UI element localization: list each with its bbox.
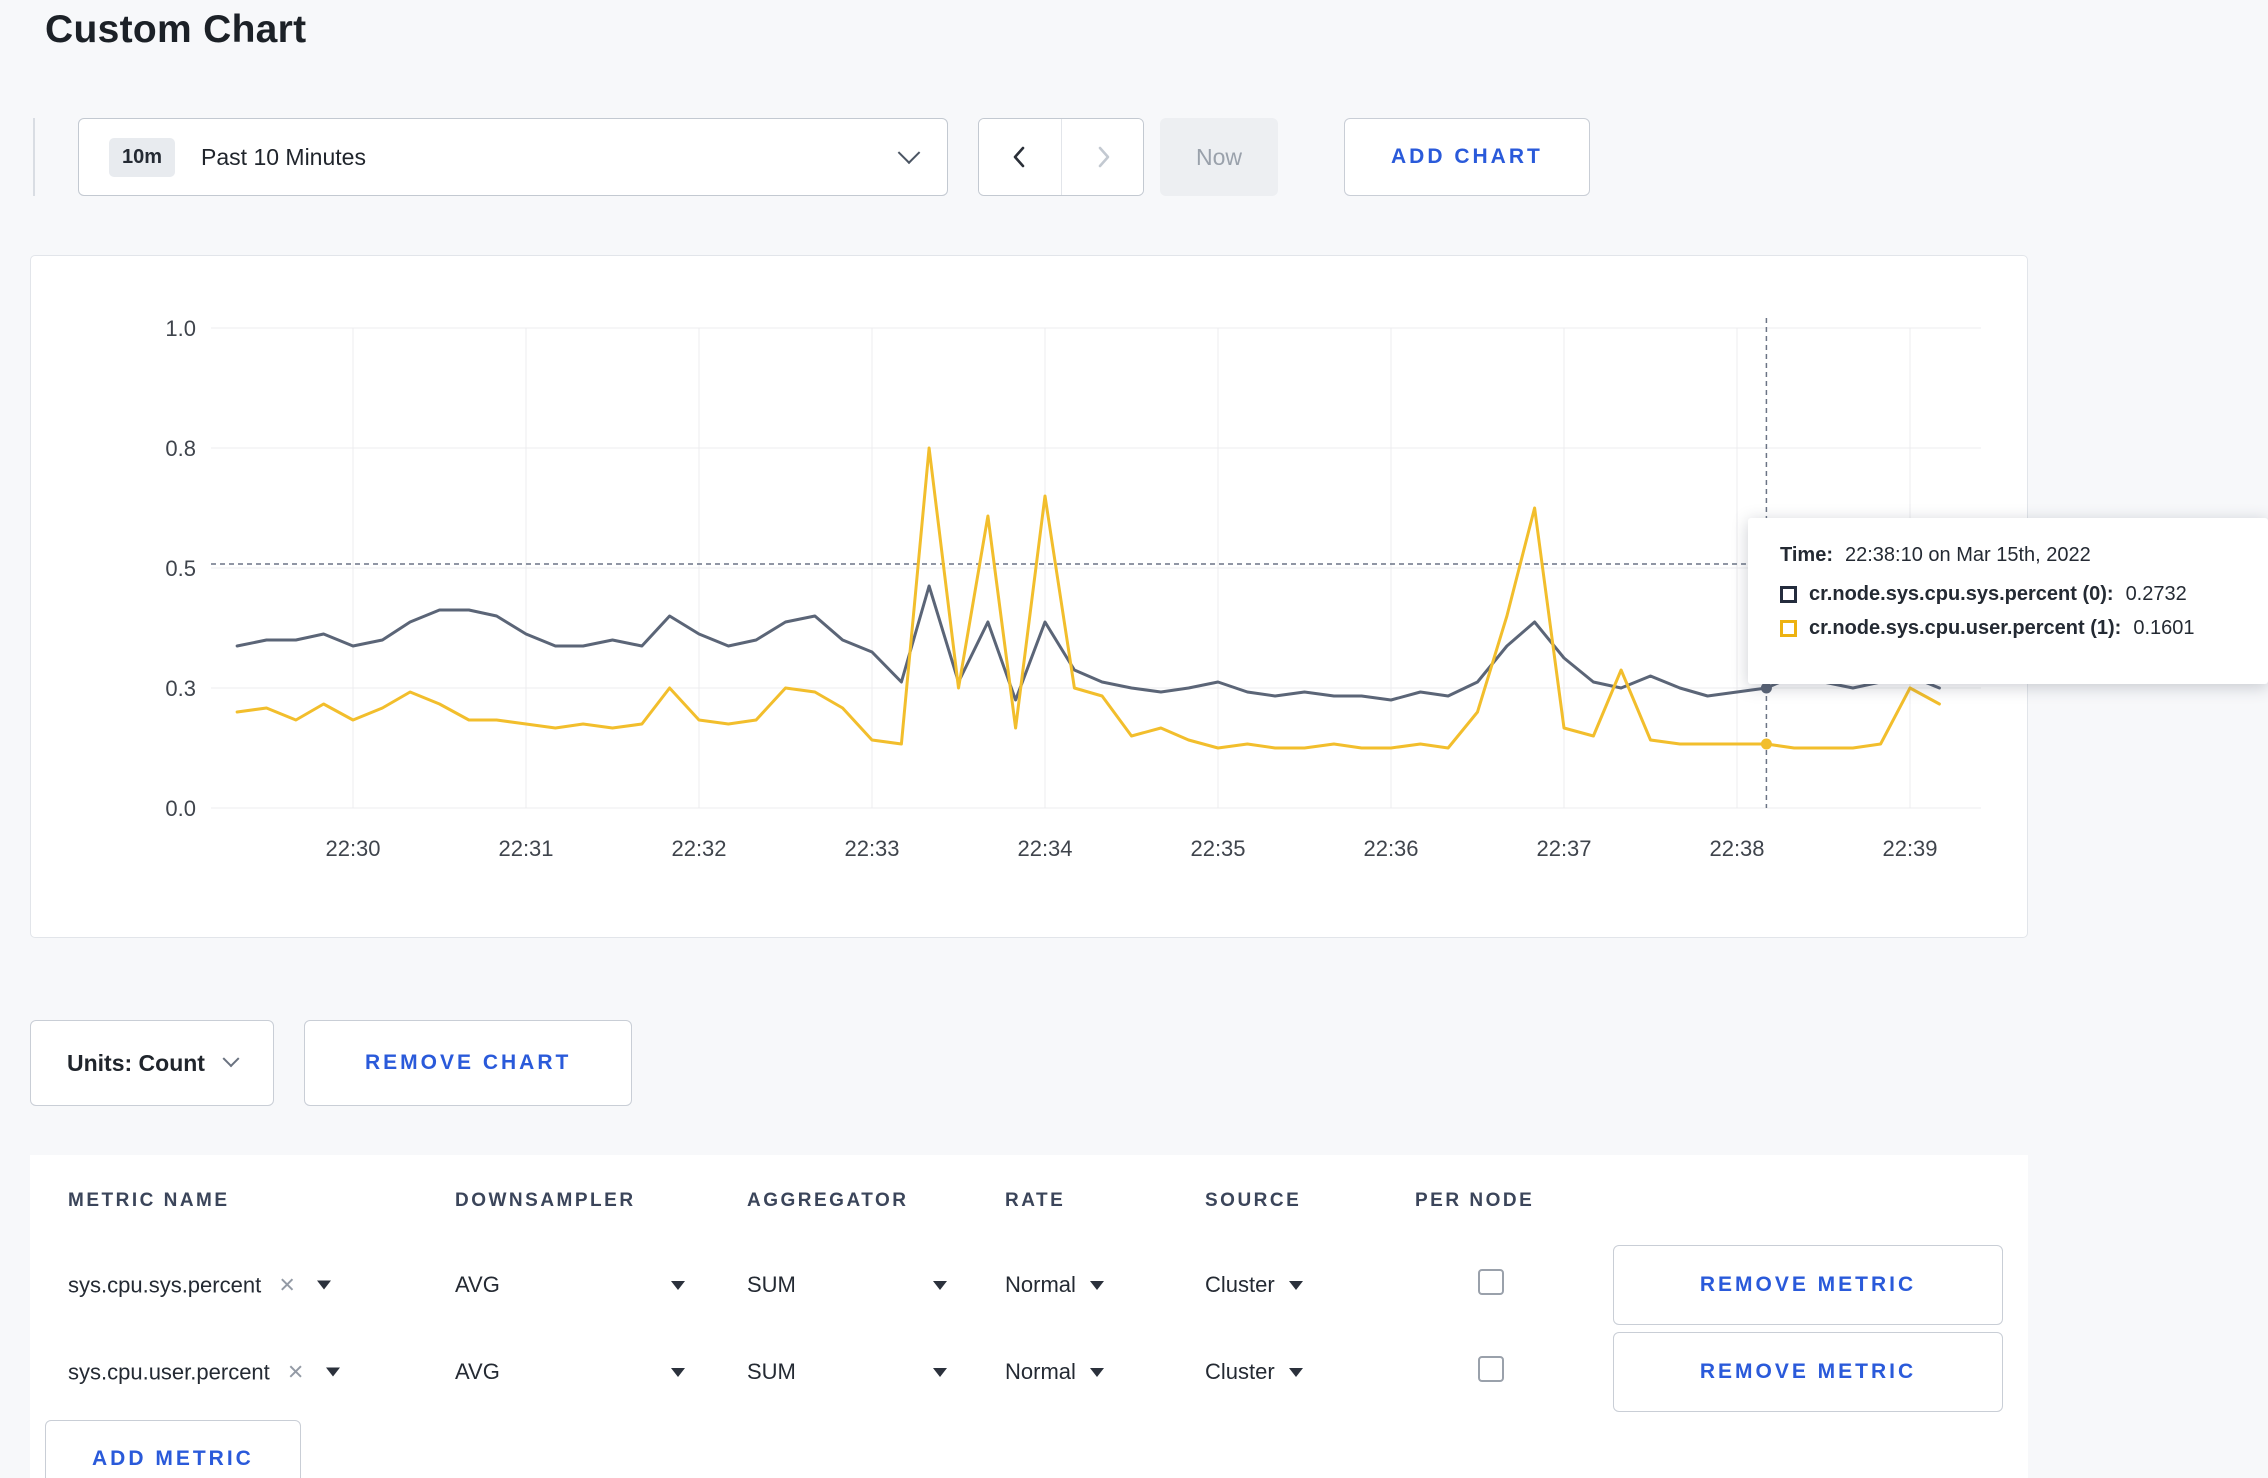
chevron-down-icon — [222, 1050, 240, 1068]
tooltip-series-name: cr.node.sys.cpu.user.percent (1): — [1809, 617, 2122, 639]
downsampler-value: AVG — [455, 1359, 500, 1384]
remove-metric-button[interactable]: REMOVE METRIC — [1613, 1332, 2003, 1412]
chart-actions-row: Units: Count REMOVE CHART — [30, 1020, 633, 1106]
column-header-aggregator: AGGREGATOR — [747, 1190, 909, 1211]
tooltip-time: Time: 22:38:10 on Mar 15th, 2022 — [1780, 544, 2248, 567]
time-toolbar: 10m Past 10 Minutes Now ADD CHART — [33, 117, 1590, 197]
caret-down-icon — [933, 1280, 947, 1290]
time-window-label: Past 10 Minutes — [201, 143, 366, 170]
rate-value: Normal — [1005, 1359, 1076, 1384]
svg-text:0.5: 0.5 — [165, 556, 196, 581]
caret-down-icon — [1089, 1367, 1104, 1377]
time-nav-group — [978, 118, 1144, 196]
clear-metric-icon[interactable]: × — [279, 1271, 295, 1299]
tooltip-series-row: cr.node.sys.cpu.user.percent (1): 0.1601 — [1780, 617, 2248, 640]
per-node-checkbox[interactable] — [1478, 1269, 1504, 1295]
column-header-downsampler: DOWNSAMPLER — [455, 1190, 636, 1211]
metrics-table: METRIC NAME DOWNSAMPLER AGGREGATOR RATE … — [30, 1155, 2028, 1478]
metric-name-value: sys.cpu.user.percent — [68, 1359, 270, 1384]
svg-text:0.3: 0.3 — [165, 676, 196, 701]
column-header-rate: RATE — [1005, 1190, 1066, 1211]
downsampler-select[interactable]: AVG — [455, 1359, 685, 1385]
svg-text:0.8: 0.8 — [165, 436, 196, 461]
now-button[interactable]: Now — [1160, 118, 1279, 196]
rate-value: Normal — [1005, 1272, 1076, 1297]
svg-text:1.0: 1.0 — [165, 316, 196, 341]
tooltip-series-name: cr.node.sys.cpu.sys.percent (0): — [1809, 583, 2114, 605]
svg-text:22:31: 22:31 — [498, 836, 553, 861]
page-title: Custom Chart — [45, 8, 307, 51]
svg-text:22:30: 22:30 — [325, 836, 380, 861]
svg-text:22:38: 22:38 — [1709, 836, 1764, 861]
downsampler-value: AVG — [455, 1272, 500, 1297]
time-window-dropdown[interactable]: 10m Past 10 Minutes — [78, 118, 948, 196]
svg-text:22:32: 22:32 — [671, 836, 726, 861]
chevron-right-icon — [1098, 146, 1109, 168]
source-value: Cluster — [1205, 1359, 1275, 1384]
metric-name-select[interactable]: sys.cpu.user.percent × — [68, 1358, 340, 1386]
tooltip-time-value: 22:38:10 on Mar 15th, 2022 — [1844, 544, 2091, 566]
svg-text:22:34: 22:34 — [1017, 836, 1072, 861]
svg-text:0.0: 0.0 — [165, 796, 196, 821]
svg-text:22:37: 22:37 — [1536, 836, 1591, 861]
per-node-cell — [1478, 1269, 1504, 1295]
chart-hover-tooltip: Time: 22:38:10 on Mar 15th, 2022 cr.node.… — [1748, 518, 2268, 684]
series-swatch-icon — [1780, 586, 1797, 603]
per-node-checkbox[interactable] — [1478, 1356, 1504, 1382]
add-chart-button[interactable]: ADD CHART — [1344, 118, 1590, 196]
chevron-down-icon — [897, 141, 921, 165]
remove-metric-button[interactable]: REMOVE METRIC — [1613, 1245, 2003, 1325]
chevron-left-icon — [1013, 146, 1025, 168]
prev-time-button[interactable] — [979, 119, 1061, 195]
caret-down-icon — [1288, 1367, 1303, 1377]
caret-down-icon — [316, 1280, 331, 1290]
svg-text:22:39: 22:39 — [1882, 836, 1937, 861]
svg-text:22:33: 22:33 — [844, 836, 899, 861]
column-header-per-node: PER NODE — [1415, 1190, 1535, 1211]
units-label: Units: Count — [67, 1049, 205, 1076]
downsampler-select[interactable]: AVG — [455, 1272, 685, 1298]
aggregator-select[interactable]: SUM — [747, 1272, 947, 1298]
units-dropdown[interactable]: Units: Count — [30, 1020, 274, 1106]
tooltip-series-value: 0.1601 — [2133, 617, 2195, 639]
clear-metric-icon[interactable]: × — [288, 1358, 304, 1386]
tooltip-series-row: cr.node.sys.cpu.sys.percent (0): 0.2732 — [1780, 583, 2248, 606]
tooltip-series-value: 0.2732 — [2125, 583, 2187, 605]
tooltip-time-label: Time: — [1780, 544, 1833, 566]
per-node-cell — [1478, 1356, 1504, 1382]
caret-down-icon — [325, 1367, 340, 1377]
rate-select[interactable]: Normal — [1005, 1359, 1104, 1385]
source-select[interactable]: Cluster — [1205, 1359, 1303, 1385]
svg-text:22:36: 22:36 — [1363, 836, 1418, 861]
column-header-metric-name: METRIC NAME — [68, 1190, 230, 1211]
source-value: Cluster — [1205, 1272, 1275, 1297]
rate-select[interactable]: Normal — [1005, 1272, 1104, 1298]
caret-down-icon — [1288, 1280, 1303, 1290]
aggregator-value: SUM — [747, 1359, 796, 1384]
chart-plot-area[interactable]: 1.0 0.8 0.5 0.3 0.0 22:30 22:31 22:32 22:33 22:34… — [31, 256, 2027, 937]
aggregator-select[interactable]: SUM — [747, 1359, 947, 1385]
column-header-source: SOURCE — [1205, 1190, 1302, 1211]
add-metric-button[interactable]: ADD METRIC — [45, 1420, 301, 1478]
next-time-button[interactable] — [1061, 119, 1143, 195]
series-swatch-icon — [1780, 620, 1797, 637]
caret-down-icon — [1089, 1280, 1104, 1290]
source-select[interactable]: Cluster — [1205, 1272, 1303, 1298]
toolbar-divider — [33, 118, 35, 196]
metric-name-value: sys.cpu.sys.percent — [68, 1272, 262, 1297]
remove-chart-button[interactable]: REMOVE CHART — [303, 1020, 633, 1106]
caret-down-icon — [933, 1367, 947, 1377]
svg-text:22:35: 22:35 — [1190, 836, 1245, 861]
aggregator-value: SUM — [747, 1272, 796, 1297]
caret-down-icon — [671, 1367, 685, 1377]
time-window-badge: 10m — [109, 137, 176, 177]
chart-card: 1.0 0.8 0.5 0.3 0.0 22:30 22:31 22:32 22:33 22:34… — [30, 255, 2028, 938]
caret-down-icon — [671, 1280, 685, 1290]
metric-name-select[interactable]: sys.cpu.sys.percent × — [68, 1271, 331, 1299]
